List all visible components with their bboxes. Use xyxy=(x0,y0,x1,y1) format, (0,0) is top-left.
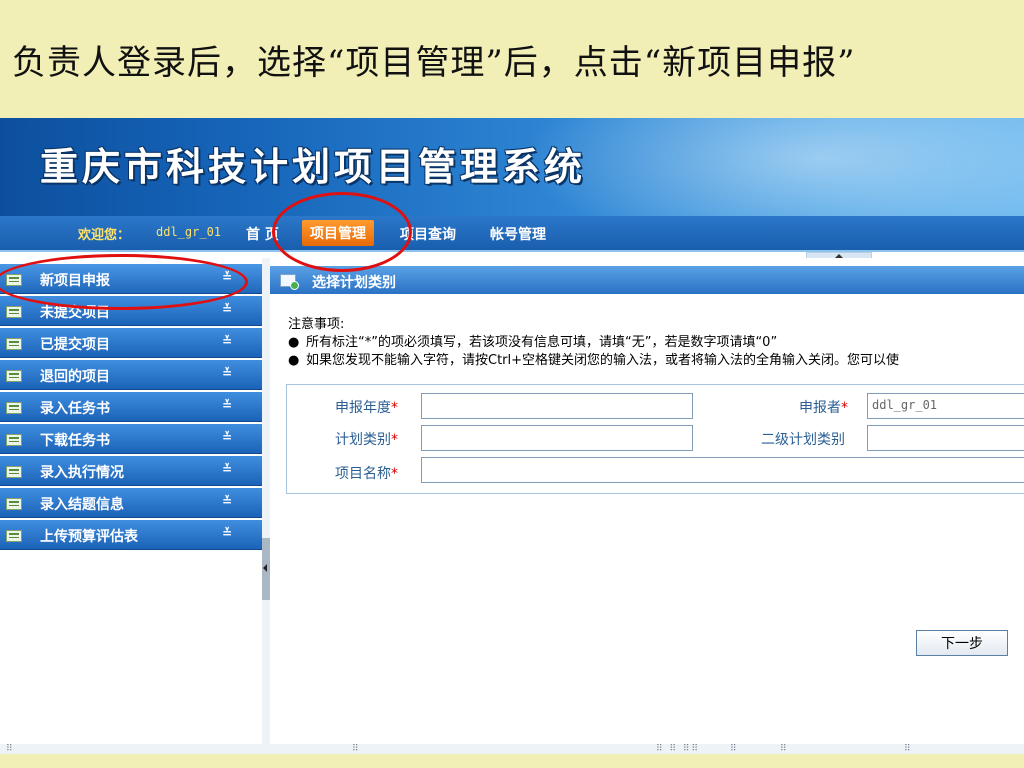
notice-item: ● 如果您发现不能输入字符，请按Ctrl+空格键关闭您的输入法，或者将输入法的全角… xyxy=(288,352,1024,370)
sidebar-item-label: 录入任务书 xyxy=(40,401,110,417)
project-name-input[interactable] xyxy=(421,457,1024,483)
app-title: 重庆市科技计划项目管理系统 xyxy=(40,144,587,189)
sidebar-item-returned[interactable]: 退回的项目 ≚ xyxy=(0,360,262,390)
list-icon xyxy=(6,402,22,414)
status-grip: ⠿ xyxy=(730,744,739,754)
sidebar-item-execution[interactable]: 录入执行情况 ≚ xyxy=(0,456,262,486)
chevron-down-icon: ≚ xyxy=(222,462,233,476)
year-input[interactable] xyxy=(421,393,693,419)
plan-type-label: 计划类别* xyxy=(335,432,398,448)
list-icon xyxy=(6,498,22,510)
arrow-left-icon xyxy=(263,564,267,572)
project-name-label: 项目名称* xyxy=(335,466,398,482)
sidebar-item-label: 退回的项目 xyxy=(40,369,110,385)
notice-block: 注意事项: ● 所有标注“*”的项必须填写，若该项没有信息可填，请填“无”，若是数… xyxy=(288,316,1024,370)
chevron-down-icon: ≚ xyxy=(222,398,233,412)
list-icon xyxy=(6,338,22,350)
form-add-icon xyxy=(280,274,299,290)
sidebar-collapse-handle[interactable] xyxy=(262,538,270,600)
next-step-button[interactable]: 下一步 xyxy=(916,630,1008,656)
top-navbar: 欢迎您： ddl_gr_01 首 页 项目管理 项目查询 帐号管理 xyxy=(0,216,1024,252)
notice-text: 所有标注“*”的项必须填写，若该项没有信息可填，请填“无”，若是数字项请填“0” xyxy=(306,335,778,350)
list-icon xyxy=(6,306,22,318)
bullet-icon: ● xyxy=(288,353,300,368)
status-grip: ⠿ xyxy=(6,744,15,754)
notice-text: 如果您发现不能输入字符，请按Ctrl+空格键关闭您的输入法，或者将输入法的全角输… xyxy=(306,353,900,368)
annotation-ring-new-project xyxy=(0,254,248,310)
panel-title: 选择计划类别 xyxy=(312,275,396,291)
status-grip: ⠿ ⠿ ⠿⠿ xyxy=(656,744,701,754)
panel-header: 选择计划类别 xyxy=(270,266,1024,294)
chevron-down-icon: ≚ xyxy=(222,334,233,348)
chevron-down-icon: ≚ xyxy=(222,366,233,380)
nav-account-management[interactable]: 帐号管理 xyxy=(490,224,546,244)
username-label: ddl_gr_01 xyxy=(156,225,222,239)
list-icon xyxy=(6,370,22,382)
sidebar-item-label: 录入结题信息 xyxy=(40,497,124,513)
annotation-ring-project-management xyxy=(272,192,412,272)
notice-item: ● 所有标注“*”的项必须填写，若该项没有信息可填，请填“无”，若是数字项请填“0… xyxy=(288,334,1024,352)
chevron-down-icon: ≚ xyxy=(222,526,233,540)
banner-glow xyxy=(520,118,1024,216)
notice-title: 注意事项: xyxy=(288,317,345,332)
sidebar-menu: 新项目申报 ≚ 未提交项目 ≚ 已提交项目 ≚ 退回的项目 ≚ 录入任务书 ≚ … xyxy=(0,258,263,754)
applicant-label: 申报者* xyxy=(799,400,848,416)
status-grip: ⠿ xyxy=(352,744,361,754)
sub-plan-type-select[interactable] xyxy=(867,425,1024,451)
plan-type-form: 申报年度* 申报者* ddl_gr_01 计划类别* 二级计划类别 项目名称* xyxy=(286,384,1024,494)
sidebar-item-label: 上传预算评估表 xyxy=(40,529,138,545)
chevron-down-icon: ≚ xyxy=(222,302,233,316)
main-panel: 选择计划类别 注意事项: ● 所有标注“*”的项必须填写，若该项没有信息可填，请填… xyxy=(270,258,1024,754)
sidebar-item-label: 下载任务书 xyxy=(40,433,110,449)
sidebar-item-completion[interactable]: 录入结题信息 ≚ xyxy=(0,488,262,518)
sidebar-item-label: 录入执行情况 xyxy=(40,465,124,481)
sidebar-item-enter-task-book[interactable]: 录入任务书 ≚ xyxy=(0,392,262,422)
sub-plan-type-label: 二级计划类别 xyxy=(761,432,845,448)
sidebar-item-download-task-book[interactable]: 下载任务书 ≚ xyxy=(0,424,262,454)
chevron-down-icon: ≚ xyxy=(222,494,233,508)
list-icon xyxy=(6,530,22,542)
sidebar-item-label: 已提交项目 xyxy=(40,337,110,353)
sidebar-splitter xyxy=(262,258,270,754)
year-label: 申报年度* xyxy=(335,400,398,416)
slide-caption: 负责人登录后，选择“项目管理”后，点击“新项目申报” xyxy=(12,43,856,83)
plan-type-select[interactable] xyxy=(421,425,693,451)
list-icon xyxy=(6,434,22,446)
bullet-icon: ● xyxy=(288,335,300,350)
slide-bottom-band xyxy=(0,754,1024,768)
list-icon xyxy=(6,466,22,478)
welcome-label: 欢迎您： xyxy=(78,228,131,243)
sidebar-item-submitted[interactable]: 已提交项目 ≚ xyxy=(0,328,262,358)
status-grip: ⠿ xyxy=(780,744,789,754)
status-bar: ⠿ ⠿ ⠿ ⠿ ⠿⠿ ⠿ ⠿ ⠿ xyxy=(0,744,1024,754)
applicant-input[interactable]: ddl_gr_01 xyxy=(867,393,1024,419)
sidebar-item-upload-budget[interactable]: 上传预算评估表 ≚ xyxy=(0,520,262,550)
chevron-down-icon: ≚ xyxy=(222,430,233,444)
app-window: 重庆市科技计划项目管理系统 欢迎您： ddl_gr_01 首 页 项目管理 项目… xyxy=(0,118,1024,754)
app-banner: 重庆市科技计划项目管理系统 xyxy=(0,118,1024,216)
status-grip: ⠿ xyxy=(904,744,913,754)
